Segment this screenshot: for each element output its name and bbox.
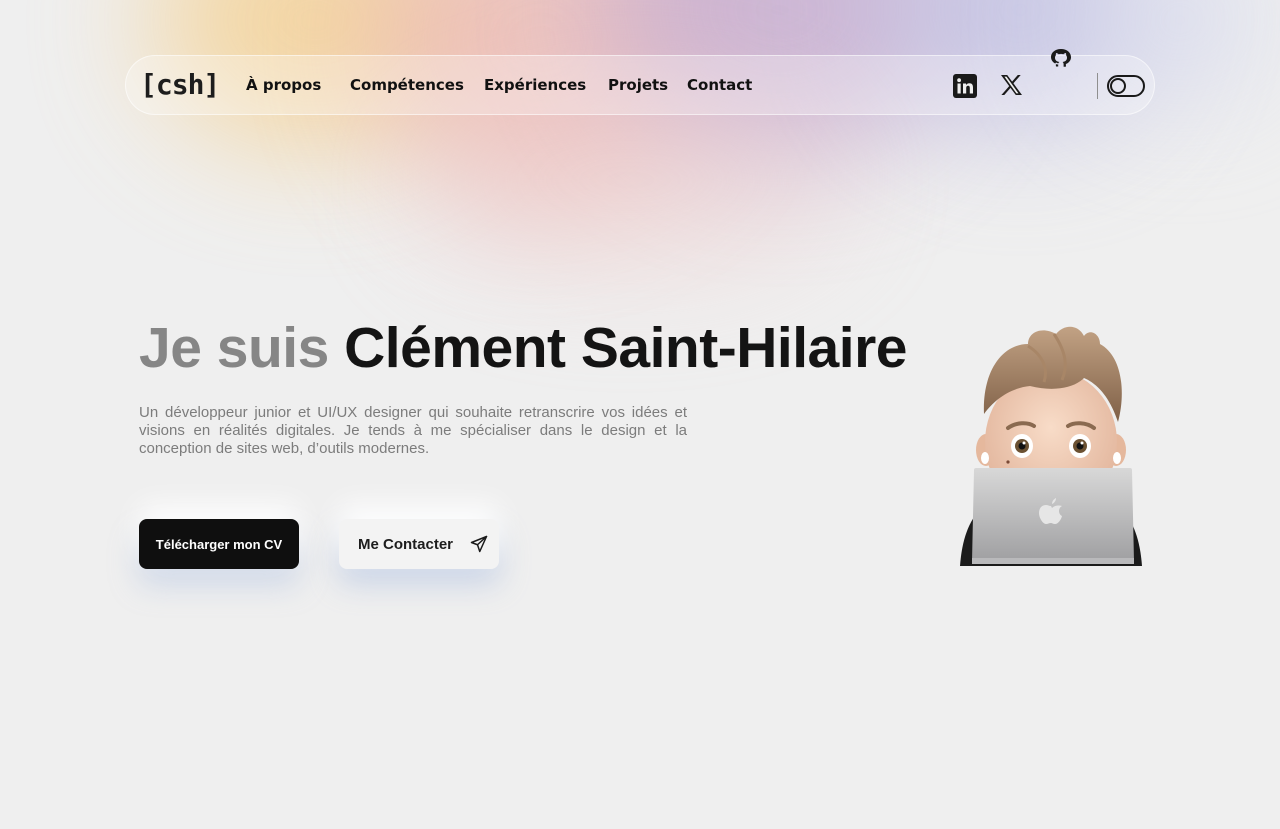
download-cv-label: Télécharger mon CV — [155, 536, 283, 552]
download-cv-button[interactable]: Télécharger mon CV — [139, 519, 299, 569]
divider — [1097, 73, 1098, 99]
gradient-glow — [420, 90, 840, 270]
theme-toggle[interactable] — [1107, 75, 1145, 97]
linkedin-icon[interactable] — [953, 74, 977, 102]
contact-label: Me Contacter — [358, 535, 454, 553]
navbar: [csh] À propos Compétences Expériences P… — [125, 49, 1155, 115]
page: [csh] À propos Compétences Expériences P… — [0, 0, 1280, 829]
memoji-avatar — [960, 326, 1142, 566]
nav-link-skills[interactable]: Compétences — [350, 75, 464, 95]
hero-title: Je suis Clément Saint-Hilaire — [139, 315, 907, 381]
toggle-knob — [1110, 78, 1126, 94]
nav-link-projects[interactable]: Projets — [608, 75, 668, 95]
send-icon — [470, 535, 488, 553]
hero-description: Un développeur junior et UI/UX designer … — [139, 404, 687, 457]
github-icon[interactable] — [1049, 48, 1073, 72]
hero-name: Clément Saint-Hilaire — [344, 316, 907, 380]
contact-button[interactable]: Me Contacter — [339, 519, 499, 569]
hero-prefix: Je suis — [139, 316, 329, 380]
nav-link-experiences[interactable]: Expériences — [484, 75, 586, 95]
x-twitter-icon[interactable] — [1000, 74, 1023, 100]
nav-link-contact[interactable]: Contact — [687, 75, 752, 95]
nav-link-about[interactable]: À propos — [246, 75, 321, 95]
logo[interactable]: [csh] — [140, 68, 220, 102]
